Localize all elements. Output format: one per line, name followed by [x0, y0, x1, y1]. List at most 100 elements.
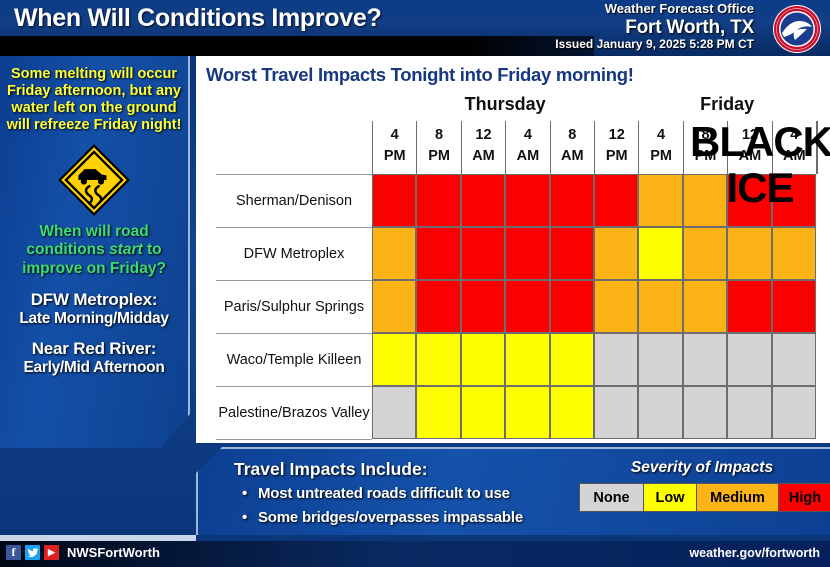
heatmap-cell [727, 227, 772, 280]
day-group-label-thursday: Thursday [464, 94, 546, 114]
column-header-hour-1: 8 [435, 127, 444, 143]
slippery-road-sign-icon [58, 143, 130, 216]
heatmap-cell [638, 333, 683, 386]
column-header-ampm-3: AM [516, 147, 540, 164]
heatmap-cell [727, 333, 772, 386]
page-title: When Will Conditions Improve? [14, 4, 382, 32]
social-handle[interactable]: NWSFortWorth [67, 545, 160, 560]
heatmap-cell [416, 227, 461, 280]
melting-note: Some melting will occur Friday afternoon… [6, 66, 182, 133]
column-header-hour-9: 4 [790, 127, 799, 143]
heatmap-cell [682, 280, 728, 333]
impact-bullet-text-1: Some bridges/overpasses impassable [258, 509, 523, 526]
twitter-icon[interactable] [25, 545, 40, 560]
column-header-0: 4 PM [372, 121, 416, 174]
column-header-hour-5: 12 [608, 127, 625, 143]
column-header-ampm-2: AM [472, 147, 495, 164]
heatmap-cell [416, 174, 461, 227]
column-header-ampm-7: PM [694, 147, 717, 164]
heatmap-cell [594, 280, 639, 333]
heatmap-cell [594, 333, 639, 386]
row-label-3: Waco/Temple Killeen [216, 333, 372, 386]
column-header-ampm-8: AM [738, 147, 762, 164]
impacts-title: Travel Impacts Include: [234, 459, 428, 479]
sidebar-entry-time-1: Early/Mid Afternoon [23, 358, 165, 376]
row-label-4: Palestine/Brazos Valley [216, 386, 372, 439]
sidebar-panel: Some melting will occur Friday afternoon… [0, 56, 190, 448]
legend-swatch-none: None [580, 484, 644, 511]
heatmap-cell [594, 174, 639, 227]
youtube-icon[interactable]: ▶ [44, 545, 59, 560]
title-underbar [0, 36, 594, 56]
office-name: Fort Worth, TX [625, 16, 754, 38]
column-header-7: 8 PM [682, 121, 727, 174]
heatmap-cell [771, 386, 816, 439]
column-header-hour-4: 8 [568, 127, 577, 143]
heatmap-cell [505, 333, 550, 386]
column-header-9: 4 AM [771, 121, 816, 174]
column-header-ampm-6: PM [650, 147, 672, 164]
row-label-1: DFW Metroplex [216, 227, 372, 280]
bullet-dot-icon: • [242, 485, 248, 502]
heatmap-cell [372, 333, 417, 386]
issued-timestamp: Issued January 9, 2025 5:28 PM CT [555, 36, 754, 51]
column-header-hour-2: 12 [475, 127, 492, 143]
facebook-icon[interactable]: f [6, 545, 21, 560]
severity-legend: None Low Medium High [579, 483, 830, 512]
column-header-right-rule [816, 121, 818, 174]
column-header-4: 8 AM [549, 121, 594, 174]
sidebar-entry-place-0: DFW Metroplex: [30, 289, 158, 309]
sidebar-entry-place-1: Near Red River: [31, 338, 157, 358]
heatmap-cell [682, 174, 728, 227]
heatmap-cell [505, 174, 550, 227]
heatmap-cell [594, 227, 639, 280]
heatmap-cell [372, 280, 417, 333]
table-heading: Worst Travel Impacts Tonight into Friday… [206, 64, 634, 85]
column-header-5: 12 PM [594, 121, 638, 174]
heatmap-cell [505, 280, 550, 333]
legend-swatch-high: High [779, 484, 830, 511]
improvement-question: When will road conditions start to impro… [6, 223, 182, 279]
day-group-label-friday: Friday [700, 94, 755, 114]
heatmap-cell [727, 280, 772, 333]
heatmap-cell [594, 386, 639, 439]
column-header-ampm-5: PM [605, 147, 628, 164]
column-header-hour-7: 8 [701, 127, 710, 143]
heatmap-cell [416, 386, 461, 439]
impact-bullet-0: • Most untreated roads difficult to use [242, 485, 510, 502]
bullet-dot-icon: • [242, 509, 248, 526]
column-header-hour-3: 4 [523, 127, 532, 143]
column-header-6: 4 PM [638, 121, 682, 174]
office-info: Weather Forecast Office Fort Worth, TX I… [555, 1, 754, 51]
heatmap-cell [771, 280, 816, 333]
heatmap-cell [416, 280, 461, 333]
heatmap-cell [727, 386, 772, 439]
impact-heatmap-grid: 4 PM 8 PM 12 AM 4 AM 8 AM 12 PM 4 PM 8 PM 12 AM 4 AM [372, 121, 818, 439]
legend-swatch-medium: Medium [697, 484, 779, 511]
heatmap-cell [682, 333, 728, 386]
heatmap-cell [771, 333, 816, 386]
office-label: Weather Forecast Office [604, 1, 754, 16]
heatmap-cell [638, 227, 683, 280]
sidebar-entry-time-0: Late Morning/Midday [19, 309, 169, 327]
heatmap-cell [727, 174, 772, 227]
column-header-3: 4 AM [505, 121, 549, 174]
heatmap-cell [460, 227, 506, 280]
row-label-2: Paris/Sulphur Springs [216, 280, 372, 333]
column-header-ampm-9: AM [783, 147, 806, 164]
row-label-0: Sherman/Denison [216, 174, 372, 227]
heatmap-cell [771, 227, 816, 280]
travel-impacts-panel: Travel Impacts Include: • Most untreated … [196, 447, 830, 535]
heatmap-cell [549, 333, 594, 386]
noaa-nws-logo-icon [773, 5, 821, 53]
website-url[interactable]: weather.gov/fortworth [689, 546, 820, 560]
column-header-hour-8: 12 [741, 127, 758, 143]
footer-social-group: f ▶ NWSFortWorth [6, 545, 160, 560]
heatmap-cell [638, 386, 683, 439]
heatmap-cell [505, 227, 550, 280]
impact-bullet-text-0: Most untreated roads difficult to use [258, 485, 510, 502]
heatmap-cell [372, 174, 417, 227]
column-header-2: 12 AM [460, 121, 505, 174]
legend-title: Severity of Impacts [630, 459, 774, 476]
heatmap-cell [638, 174, 683, 227]
